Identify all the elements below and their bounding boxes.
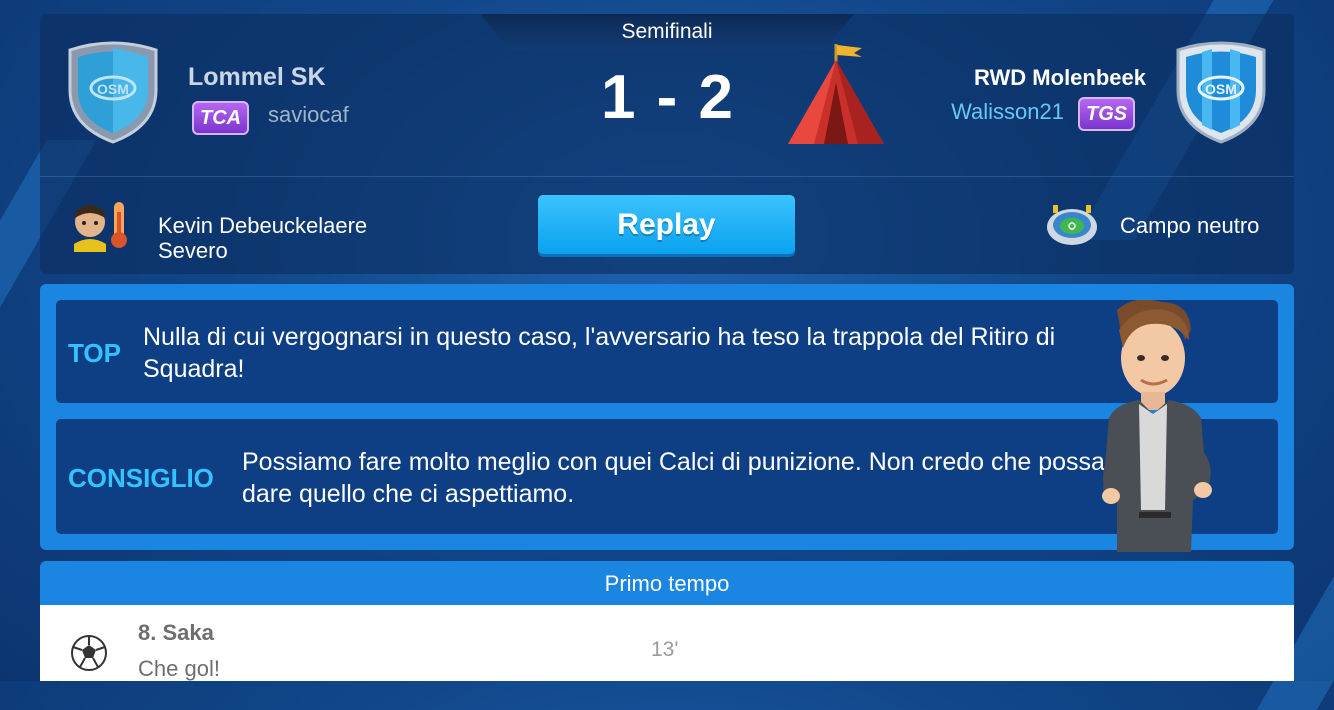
event-comment: Che gol! (138, 656, 220, 681)
tip-text-top: Nulla di cui vergognarsi in questo caso,… (143, 323, 1056, 383)
header-divider (40, 176, 1294, 177)
coach-info: Kevin Debeuckelaere Severo (158, 213, 367, 263)
event-player: 8. Saka (138, 620, 214, 645)
home-manager-name[interactable]: saviocaf (268, 102, 349, 128)
away-crest-text: OSM (1205, 81, 1237, 97)
soccer-ball-icon (71, 635, 107, 671)
coach-temperament-icon (74, 202, 127, 252)
venue-label: Campo neutro (1120, 213, 1260, 238)
event-minute: 13' (651, 638, 679, 661)
tip-text-advice: Possiamo fare molto meglio con quei Calc… (242, 448, 1105, 508)
tip-label-top: TOP (68, 338, 121, 368)
home-crest-text: OSM (97, 81, 129, 97)
home-rank-badge: TCA (192, 101, 250, 135)
assistant-avatar (1102, 300, 1212, 552)
tip-label-advice: CONSIGLIO (68, 463, 214, 493)
coach-style: Severo (158, 238, 228, 263)
away-manager-name[interactable]: Walisson21 (951, 99, 1064, 125)
coach-name: Kevin Debeuckelaere (158, 213, 368, 238)
tent-icon (788, 44, 884, 144)
home-team-name[interactable]: Lommel SK (188, 63, 326, 92)
match-score: 1 - 2 (600, 63, 736, 132)
away-crest-icon[interactable]: OSM (1172, 40, 1270, 144)
home-crest-icon[interactable]: OSM (64, 40, 162, 144)
events-section-title: Primo tempo (604, 571, 730, 596)
replay-button[interactable]: Replay (538, 195, 795, 254)
stage-label: Semifinali (621, 20, 713, 43)
stadium-icon (1047, 205, 1097, 245)
away-team-name[interactable]: RWD Molenbeek (974, 65, 1146, 91)
away-rank-badge: TGS (1078, 97, 1136, 131)
